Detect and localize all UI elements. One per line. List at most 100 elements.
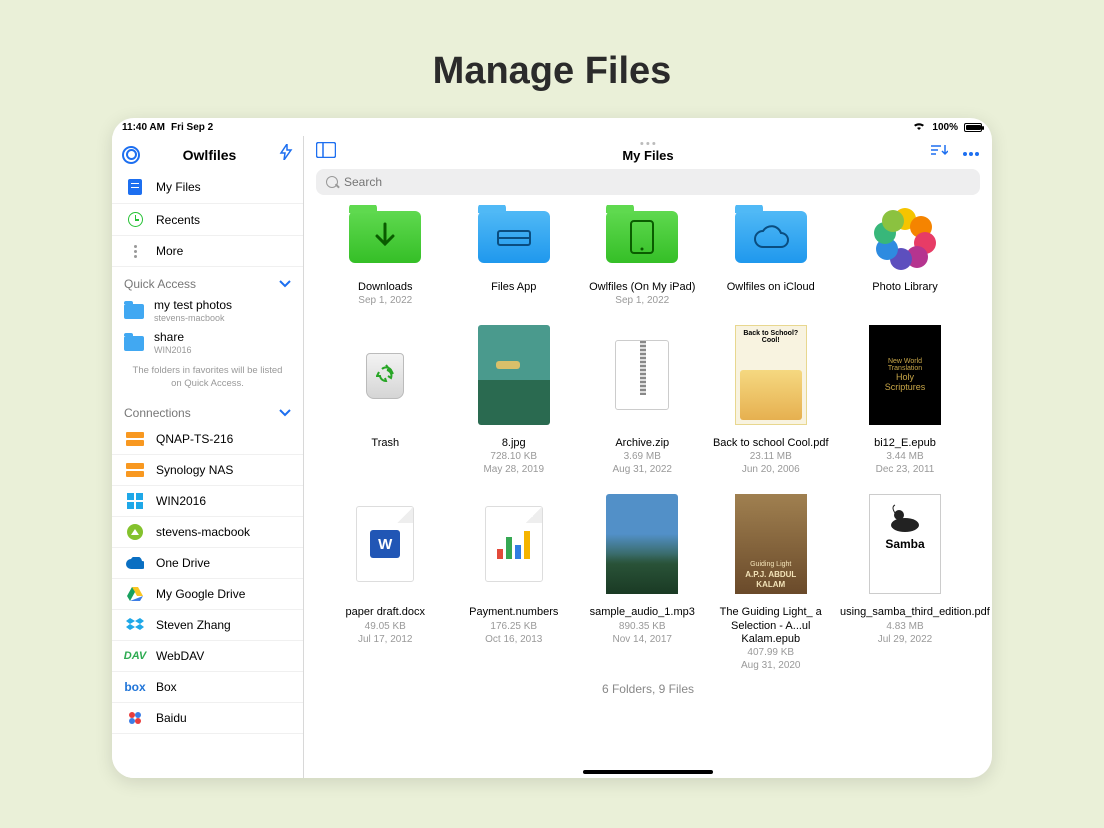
section-title: Connections (124, 406, 191, 420)
connection-label: Synology NAS (156, 463, 233, 477)
battery-icon (964, 123, 982, 132)
connection-label: One Drive (156, 556, 210, 570)
qa-name: my test photos (154, 299, 232, 313)
file-name: bi12_E.epub (874, 437, 936, 450)
connection-item[interactable]: box Box (112, 672, 303, 703)
file-tile[interactable]: Files App (455, 205, 574, 307)
connection-item[interactable]: Synology NAS (112, 455, 303, 486)
connection-item[interactable]: stevens-macbook (112, 517, 303, 548)
sidebar-item-more[interactable]: More (112, 236, 303, 267)
folder-summary: 6 Folders, 9 Files (326, 672, 970, 700)
content-title: My Files (622, 148, 673, 163)
file-name: Archive.zip (615, 437, 669, 450)
chevron-down-icon (279, 277, 291, 291)
file-name: Owlfiles (On My iPad) (589, 281, 695, 294)
file-meta: 407.99 KB (747, 646, 794, 659)
file-date: Aug 31, 2022 (613, 463, 673, 476)
device-frame: 11:40 AM Fri Sep 2 100% Owlfiles My File… (112, 118, 992, 778)
sidebar-item-recents[interactable]: Recents (112, 204, 303, 236)
connection-item[interactable]: WIN2016 (112, 486, 303, 517)
profile-icon[interactable] (122, 146, 140, 164)
search-input[interactable] (316, 169, 980, 195)
box-icon: box (126, 680, 144, 694)
connection-item[interactable]: QNAP-TS-216 (112, 424, 303, 455)
file-tile[interactable]: Payment.numbers176.25 KBOct 16, 2013 (455, 494, 574, 672)
file-name: paper draft.docx (346, 606, 426, 619)
file-grid: DownloadsSep 1, 2022Files AppOwlfiles (O… (326, 205, 970, 672)
file-tile[interactable]: Trash (326, 325, 445, 476)
connection-item[interactable]: DAV WebDAV (112, 641, 303, 672)
file-meta: 728.10 KB (490, 450, 537, 463)
connection-label: stevens-macbook (156, 525, 250, 539)
folder-icon (124, 336, 144, 351)
file-name: Payment.numbers (469, 606, 558, 619)
file-name: Trash (371, 437, 399, 450)
app-name: Owlfiles (183, 147, 237, 163)
folder-icon (124, 304, 144, 319)
sidebar-toggle-icon[interactable] (316, 142, 336, 163)
sidebar-item-label: My Files (156, 180, 201, 194)
connections-header[interactable]: Connections (112, 396, 303, 424)
file-meta: 3.44 MB (886, 450, 923, 463)
file-meta: 3.69 MB (624, 450, 661, 463)
quick-access-header[interactable]: Quick Access (112, 267, 303, 295)
file-tile[interactable]: Photo Library (840, 205, 970, 307)
file-meta: 890.35 KB (619, 620, 666, 633)
qa-name: share (154, 331, 192, 345)
file-meta: 176.25 KB (490, 620, 537, 633)
qa-sub: WIN2016 (154, 345, 192, 355)
file-tile[interactable]: sample_audio_1.mp3890.35 KBNov 14, 2017 (583, 494, 702, 672)
status-bar: 11:40 AM Fri Sep 2 100% (112, 118, 992, 136)
file-tile[interactable]: Wpaper draft.docx49.05 KBJul 17, 2012 (326, 494, 445, 672)
file-tile[interactable]: New World TranslationHoly Scripturesbi12… (840, 325, 970, 476)
nas-orange-icon (126, 432, 144, 446)
battery-percent: 100% (932, 122, 958, 133)
status-date: Fri Sep 2 (171, 122, 213, 133)
baidu-icon (126, 711, 144, 725)
file-tile[interactable]: Owlfiles (On My iPad)Sep 1, 2022 (583, 205, 702, 307)
file-date: Nov 14, 2017 (613, 633, 673, 646)
status-time: 11:40 AM (122, 122, 165, 133)
search-input-wrap (316, 169, 980, 195)
connection-label: WIN2016 (156, 494, 206, 508)
file-date: Oct 16, 2013 (485, 633, 542, 646)
clock-icon (126, 212, 144, 227)
connection-label: QNAP-TS-216 (156, 432, 233, 446)
file-date: Dec 23, 2011 (876, 463, 935, 476)
mac-green-icon (126, 525, 144, 539)
file-meta: Sep 1, 2022 (358, 294, 412, 307)
file-tile[interactable]: Sambausing_samba_third_edition.pdf4.83 M… (840, 494, 970, 672)
file-tile[interactable]: Owlfiles on iCloud (712, 205, 831, 307)
quick-access-item[interactable]: shareWIN2016 (112, 327, 303, 359)
home-indicator (583, 770, 713, 774)
connection-label: Box (156, 680, 177, 694)
connection-item[interactable]: My Google Drive (112, 579, 303, 610)
connection-label: Baidu (156, 711, 187, 725)
connection-label: Steven Zhang (156, 618, 231, 632)
sidebar-item-my-files[interactable]: My Files (112, 171, 303, 204)
dropbox-icon (126, 618, 144, 632)
document-icon (126, 179, 144, 195)
drag-handle-icon (622, 142, 673, 145)
more-icon (126, 245, 144, 258)
file-tile[interactable]: Back to School?Cool!Back to school Cool.… (712, 325, 831, 476)
sidebar-item-label: Recents (156, 213, 200, 227)
file-date: Jul 29, 2022 (878, 633, 933, 646)
file-tile[interactable]: Guiding LightA.P.J. ABDULKALAMThe Guidin… (712, 494, 831, 672)
webdav-icon: DAV (126, 649, 144, 663)
file-meta: Sep 1, 2022 (615, 294, 669, 307)
file-tile[interactable]: 8.jpg728.10 KBMay 28, 2019 (455, 325, 574, 476)
connection-item[interactable]: Baidu (112, 703, 303, 734)
page-title: Manage Files (0, 0, 1104, 118)
bolt-icon[interactable] (279, 144, 293, 165)
connection-item[interactable]: Steven Zhang (112, 610, 303, 641)
file-tile[interactable]: DownloadsSep 1, 2022 (326, 205, 445, 307)
more-options-icon[interactable] (962, 144, 980, 162)
gdrive-icon (126, 587, 144, 601)
quick-access-item[interactable]: my test photosstevens-macbook (112, 295, 303, 327)
sort-icon[interactable] (930, 143, 948, 162)
sidebar: Owlfiles My Files Recents More Quick Acc… (112, 136, 304, 778)
connection-label: WebDAV (156, 649, 204, 663)
connection-item[interactable]: One Drive (112, 548, 303, 579)
file-tile[interactable]: Archive.zip3.69 MBAug 31, 2022 (583, 325, 702, 476)
